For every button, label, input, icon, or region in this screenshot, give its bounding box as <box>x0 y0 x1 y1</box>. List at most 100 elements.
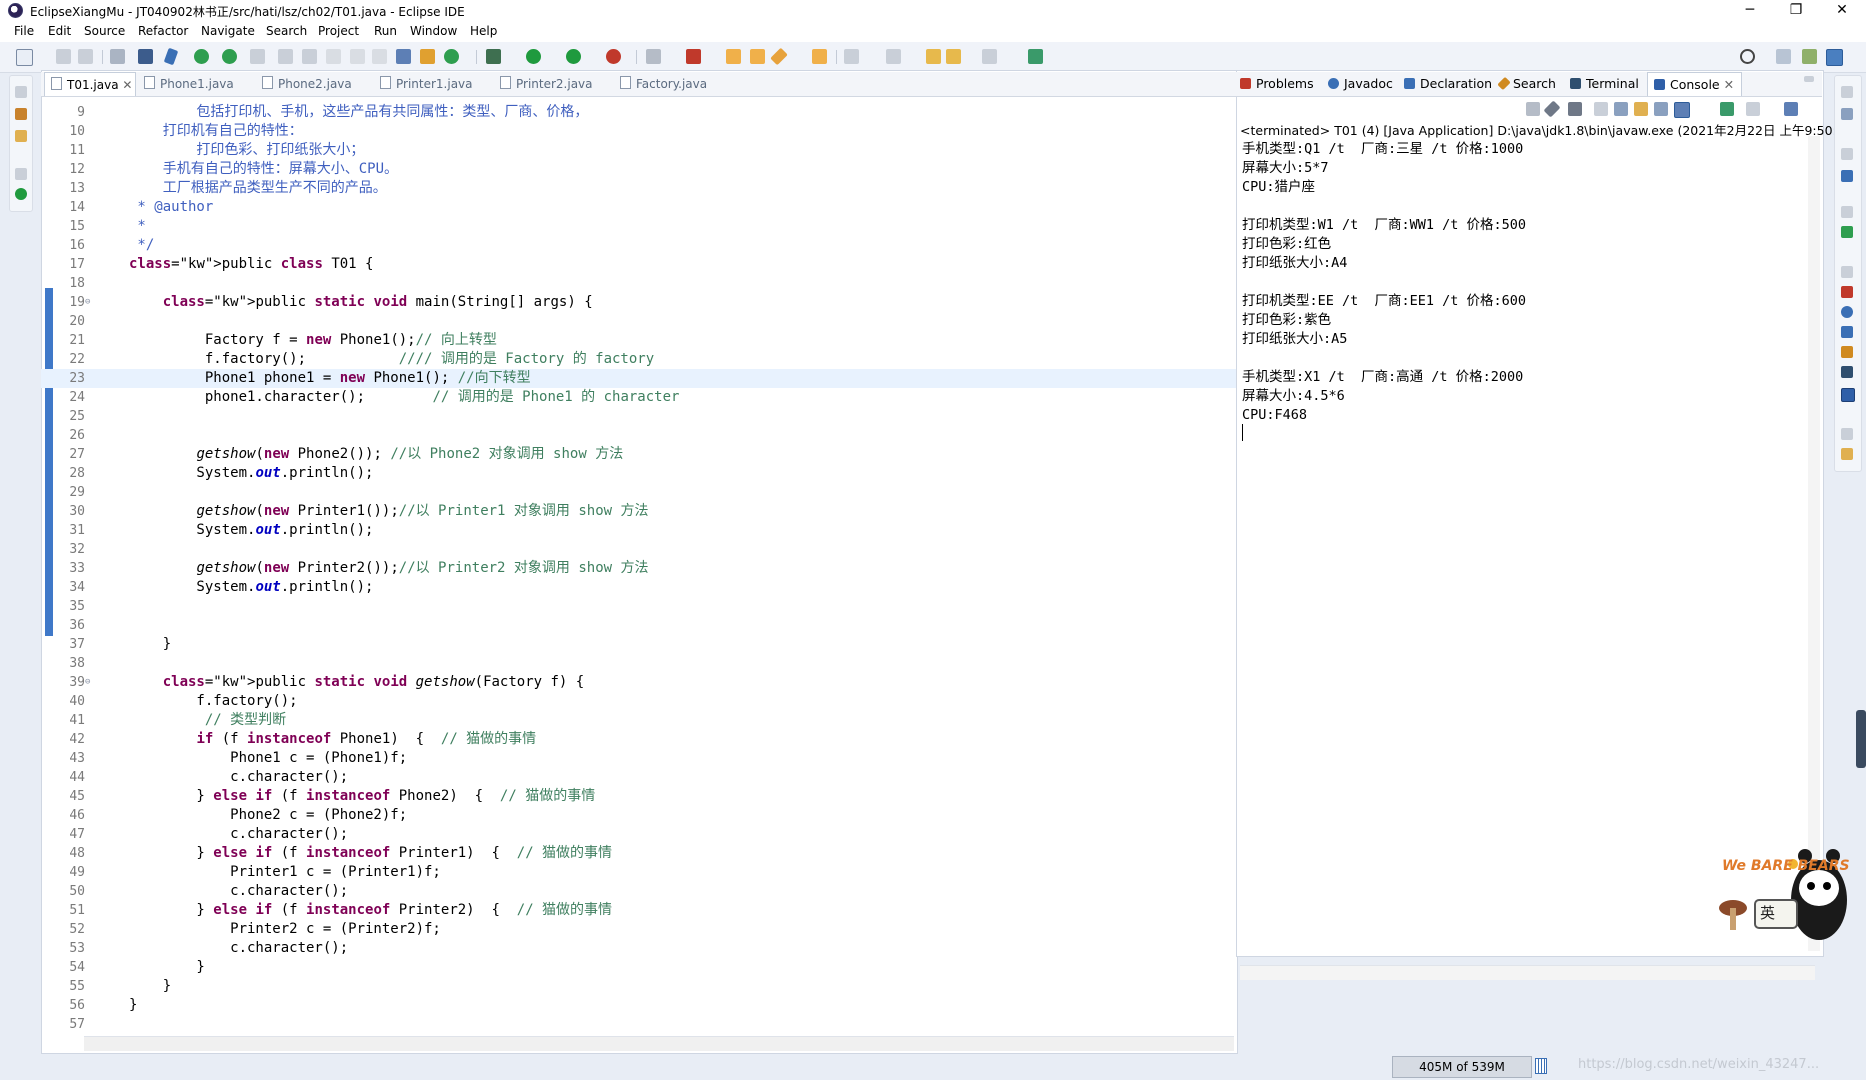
step-icon[interactable] <box>278 49 293 64</box>
open-task-icon[interactable] <box>812 49 827 64</box>
tab-phone2-java[interactable]: Phone2.java <box>262 72 352 96</box>
back-history-icon[interactable] <box>946 49 961 64</box>
fold-toggle-icon[interactable]: ⊖ <box>85 673 90 692</box>
save-icon[interactable] <box>56 49 71 64</box>
maximize-button[interactable]: ❐ <box>1773 0 1819 22</box>
open-perspective-icon[interactable] <box>1776 49 1791 64</box>
search-toolbar-icon[interactable] <box>1740 49 1755 64</box>
package-explorer-icon[interactable] <box>15 108 27 120</box>
console-vertical-scrollbar[interactable] <box>1808 136 1820 951</box>
heap-status[interactable]: 405M of 539M <box>1392 1056 1532 1078</box>
forward-icon[interactable] <box>982 49 997 64</box>
navigator-icon[interactable] <box>15 130 27 142</box>
pin-editor-icon[interactable] <box>1028 49 1043 64</box>
tab-printer2-java[interactable]: Printer2.java <box>500 72 593 96</box>
restore-icon[interactable] <box>15 168 27 180</box>
terminal-trim-icon[interactable] <box>1841 366 1853 378</box>
minimize-view-icon[interactable] <box>1804 76 1814 82</box>
tab-search[interactable]: Search <box>1497 72 1556 96</box>
menu-edit[interactable]: Edit <box>48 24 71 38</box>
hierarchy-icon[interactable] <box>396 49 411 64</box>
sync-icon[interactable] <box>444 49 459 64</box>
bookmarks-icon[interactable] <box>1841 448 1853 460</box>
back-icon[interactable] <box>926 49 941 64</box>
save-all-icon[interactable] <box>78 49 93 64</box>
new-java-project-icon[interactable] <box>686 49 701 64</box>
remove-all-icon[interactable] <box>1568 102 1582 116</box>
display-selected-console-icon[interactable] <box>1746 102 1760 116</box>
word-wrap-icon[interactable] <box>1634 102 1648 116</box>
new-file-icon[interactable] <box>16 49 33 66</box>
next-annotation-icon[interactable] <box>844 49 859 64</box>
print-icon[interactable] <box>110 49 125 64</box>
restore-icon[interactable] <box>1841 266 1853 278</box>
restore-icon[interactable] <box>1841 428 1853 440</box>
show-on-error-icon[interactable] <box>1674 102 1690 118</box>
terminal-toolbar-icon[interactable] <box>138 49 153 64</box>
menu-window[interactable]: Window <box>410 24 457 38</box>
tab-phone1-java[interactable]: Phone1.java <box>144 72 234 96</box>
external-tools-icon[interactable] <box>606 49 621 64</box>
open-type-icon[interactable] <box>750 49 765 64</box>
menu-source[interactable]: Source <box>84 24 125 38</box>
close-tab-icon[interactable]: ✕ <box>122 78 132 92</box>
package-icon[interactable] <box>420 49 435 64</box>
fold-toggle-icon[interactable]: ⊖ <box>85 293 90 312</box>
close-tab-icon[interactable]: ✕ <box>1724 77 1734 92</box>
tab-factory-java[interactable]: Factory.java <box>620 72 707 96</box>
junit-icon[interactable] <box>15 188 27 200</box>
menu-project[interactable]: Project <box>318 24 359 38</box>
menu-file[interactable]: File <box>14 24 34 38</box>
outline-icon[interactable] <box>1841 108 1853 120</box>
tab-terminal[interactable]: Terminal <box>1570 72 1639 96</box>
terminate-icon[interactable] <box>1526 102 1540 116</box>
tab-declaration[interactable]: Declaration <box>1404 72 1492 96</box>
git-icon[interactable] <box>1841 226 1853 238</box>
open-console-icon[interactable] <box>1784 102 1798 116</box>
task-list-icon[interactable] <box>1841 170 1853 182</box>
pilcrow-icon[interactable] <box>372 49 387 64</box>
garbage-collect-icon[interactable] <box>1535 1058 1547 1074</box>
problems-trim-icon[interactable] <box>1841 286 1853 298</box>
clear-console-icon[interactable] <box>1594 102 1608 116</box>
coverage-icon[interactable] <box>566 49 581 64</box>
restore-icon[interactable] <box>1841 86 1853 98</box>
tab-javadoc[interactable]: Javadoc <box>1328 72 1393 96</box>
restore-icon[interactable] <box>1841 206 1853 218</box>
debug-resume-icon[interactable] <box>194 49 209 64</box>
tab-t01-java[interactable]: T01.java ✕ <box>44 72 136 96</box>
menu-search[interactable]: Search <box>266 24 307 38</box>
prev-annotation-icon[interactable] <box>886 49 901 64</box>
menu-refactor[interactable]: Refactor <box>138 24 188 38</box>
drop-frame-icon[interactable] <box>350 49 365 64</box>
menu-help[interactable]: Help <box>470 24 497 38</box>
open-folder-icon[interactable] <box>726 49 741 64</box>
side-handle[interactable] <box>1856 710 1866 768</box>
restore-icon[interactable] <box>15 86 27 98</box>
pin-console-icon[interactable] <box>1720 102 1734 116</box>
menu-run[interactable]: Run <box>374 24 397 38</box>
run-icon[interactable] <box>526 49 541 64</box>
stop-icon[interactable] <box>646 49 661 64</box>
tab-console[interactable]: Console ✕ <box>1647 72 1742 96</box>
menu-navigate[interactable]: Navigate <box>201 24 255 38</box>
bug-debug-icon[interactable] <box>486 49 501 64</box>
declaration-trim-icon[interactable] <box>1841 326 1853 338</box>
step-return-icon[interactable] <box>326 49 341 64</box>
search-trim-icon[interactable] <box>1841 346 1853 358</box>
step-over-icon[interactable] <box>302 49 317 64</box>
show-on-output-icon[interactable] <box>1654 102 1668 116</box>
console-trim-icon[interactable] <box>1841 388 1855 402</box>
tab-problems[interactable]: Problems <box>1240 72 1314 96</box>
console-view[interactable] <box>1236 70 1824 957</box>
console-horizontal-scrollbar[interactable] <box>1240 965 1815 980</box>
restore-icon[interactable] <box>1841 148 1853 160</box>
java-ee-perspective-icon[interactable] <box>1802 49 1817 64</box>
scroll-lock-icon[interactable] <box>1614 102 1628 116</box>
refresh-icon[interactable] <box>222 49 237 64</box>
undo-debug-icon[interactable] <box>250 49 265 64</box>
minimize-button[interactable]: ─ <box>1727 0 1773 22</box>
javadoc-trim-icon[interactable] <box>1841 306 1853 318</box>
editor-horizontal-scrollbar[interactable] <box>84 1036 1234 1051</box>
java-perspective-icon[interactable] <box>1826 49 1843 66</box>
